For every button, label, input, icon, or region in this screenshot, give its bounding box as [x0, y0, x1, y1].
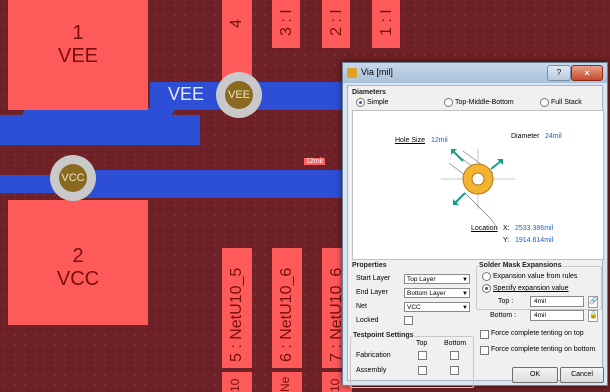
- solder-top-label: Top :: [498, 298, 514, 305]
- diameter-option-simple[interactable]: Simple: [356, 98, 388, 107]
- pin-top-1-label: 1 : I: [378, 9, 395, 36]
- via-app-icon: [347, 68, 357, 78]
- radio-full-stack-label: Full Stack: [551, 99, 582, 106]
- pin-bottom-row2-c-label: 10: [328, 378, 342, 392]
- radio-simple-label: Simple: [367, 99, 389, 106]
- assembly-label: Assembly: [356, 367, 387, 374]
- radio-expansion-rules[interactable]: [482, 272, 491, 281]
- chevron-down-icon: ▼: [462, 305, 468, 311]
- via-vcc[interactable]: VCC: [50, 155, 96, 201]
- dialog-title: Via [mil]: [361, 67, 393, 77]
- pad-2-number: 2: [72, 245, 84, 267]
- pin-top-3-label: 3 : I: [278, 9, 295, 36]
- locked-label: Locked: [356, 317, 379, 324]
- cancel-button[interactable]: Cancel: [560, 367, 604, 383]
- via-vee[interactable]: VEE: [216, 72, 262, 118]
- end-layer-select[interactable]: Bottom Layer ▼: [404, 288, 470, 298]
- location-x-label: X:: [503, 225, 510, 232]
- pin-bottom-row2-a-label: 10: [228, 378, 242, 392]
- start-layer-value: Top Layer: [407, 276, 436, 283]
- radio-tmb[interactable]: [444, 98, 453, 107]
- pin-bottom-row2-b[interactable]: Ne: [272, 372, 302, 392]
- radio-specify-expansion[interactable]: [482, 284, 491, 293]
- location-y-label: Y:: [503, 237, 510, 244]
- via-diagram: Hole Size 12mil Diameter 24mil Location …: [352, 110, 604, 260]
- pad-2-net: VCC: [56, 268, 100, 290]
- dialog-titlebar[interactable]: Via [mil] ? ×: [343, 63, 607, 83]
- properties-group-title: Properties: [352, 262, 387, 269]
- locked-checkbox[interactable]: [404, 316, 413, 325]
- diameter-option-full-stack[interactable]: Full Stack: [540, 98, 582, 107]
- pin-top-2-label: 2 : I: [328, 9, 345, 36]
- fabrication-label: Fabrication: [356, 352, 391, 359]
- pin-top-2[interactable]: 2 : I: [322, 0, 350, 48]
- pin-bottom-6[interactable]: 6 : NetU10_6: [272, 248, 302, 368]
- radio-tmb-label: Top-Middle-Bottom: [455, 99, 514, 106]
- pad-2[interactable]: 2 VCC: [8, 200, 148, 325]
- tent-bottom-label: Force complete tenting on bottom: [491, 346, 596, 353]
- vcc-trace-right[interactable]: [60, 170, 350, 198]
- location-label: Location: [471, 225, 498, 232]
- net-select[interactable]: VCC ▼: [404, 302, 470, 312]
- dialog-body: Diameters Simple Top-Middle-Bottom Full …: [347, 85, 604, 388]
- diameters-group-title: Diameters: [352, 89, 386, 96]
- solder-option-rules[interactable]: Expansion value from rules: [482, 272, 577, 281]
- trace-net-label: VEE: [168, 84, 205, 104]
- pin-bottom-5[interactable]: 5 : NetU10_5: [222, 248, 252, 368]
- fabrication-bottom-checkbox[interactable]: [450, 351, 459, 360]
- pin-top-3[interactable]: 3 : I: [272, 0, 300, 48]
- pin-bottom-row2-a[interactable]: 10: [222, 372, 252, 392]
- diameter-option-top-middle-bottom[interactable]: Top-Middle-Bottom: [444, 98, 514, 107]
- location-x-value: 2533.386mil: [515, 225, 554, 232]
- radio-expansion-rules-label: Expansion value from rules: [493, 273, 578, 280]
- net-value: VCC: [407, 304, 421, 311]
- via-vcc-label: VCC: [59, 164, 87, 192]
- pin-top-1[interactable]: 1 : I: [372, 0, 400, 48]
- chevron-down-icon: ▼: [462, 291, 468, 297]
- radio-full-stack[interactable]: [540, 98, 549, 107]
- help-icon[interactable]: ?: [547, 65, 571, 81]
- clearance-tag: 12mil: [304, 158, 325, 165]
- ok-button[interactable]: OK: [512, 367, 558, 383]
- via-vee-label: VEE: [225, 81, 253, 109]
- via-drawing: [441, 149, 515, 230]
- chevron-down-icon: ▼: [462, 277, 468, 283]
- pin-bottom-5-label: 5 : NetU10_5: [228, 267, 245, 362]
- pin-bottom-row2-b-label: Ne: [278, 376, 292, 392]
- net-label: Net: [356, 303, 367, 310]
- pad-1[interactable]: 1 VEE: [8, 0, 148, 110]
- via-dialog[interactable]: Via [mil] ? × Diameters Simple Top-Middl…: [342, 62, 608, 388]
- solder-bottom-label: Bottom :: [490, 312, 517, 319]
- pin-top-4[interactable]: 4: [222, 0, 252, 82]
- end-layer-label: End Layer: [356, 289, 388, 296]
- vcc-trace-diagonal[interactable]: [14, 108, 176, 128]
- lock-icon[interactable]: 🔒: [588, 310, 598, 322]
- start-layer-select[interactable]: Top Layer ▼: [404, 274, 470, 284]
- end-layer-value: Bottom Layer: [407, 290, 446, 297]
- testpoint-col-top: Top: [416, 340, 428, 347]
- solder-top-input[interactable]: 4mil: [530, 296, 584, 307]
- solder-mask-group-title: Solder Mask Expansions: [478, 262, 563, 269]
- assembly-top-checkbox[interactable]: [418, 366, 427, 375]
- link-icon[interactable]: 🔗: [588, 296, 598, 308]
- tent-bottom-checkbox[interactable]: [480, 346, 489, 355]
- solder-option-specify[interactable]: Specify expansion value: [482, 284, 569, 293]
- testpoint-group-title: Testpoint Settings: [352, 332, 415, 339]
- pin-bottom-6-label: 6 : NetU10_6: [278, 267, 295, 362]
- pad-1-net: VEE: [57, 45, 99, 67]
- assembly-bottom-checkbox[interactable]: [450, 366, 459, 375]
- radio-specify-expansion-label: Specify expansion value: [493, 285, 569, 292]
- fabrication-top-checkbox[interactable]: [418, 351, 427, 360]
- tent-top-label: Force complete tenting on top: [491, 330, 584, 337]
- pad-1-number: 1: [72, 22, 84, 44]
- pin-top-4-label: 4: [228, 19, 245, 28]
- solder-bottom-input[interactable]: 4mil: [530, 310, 584, 321]
- start-layer-label: Start Layer: [356, 275, 391, 282]
- testpoint-col-bottom: Bottom: [444, 340, 467, 347]
- close-icon[interactable]: ×: [571, 65, 603, 81]
- tent-top-checkbox[interactable]: [480, 330, 489, 339]
- location-y-value: 1914.614mil: [515, 237, 554, 244]
- radio-simple[interactable]: [356, 98, 365, 107]
